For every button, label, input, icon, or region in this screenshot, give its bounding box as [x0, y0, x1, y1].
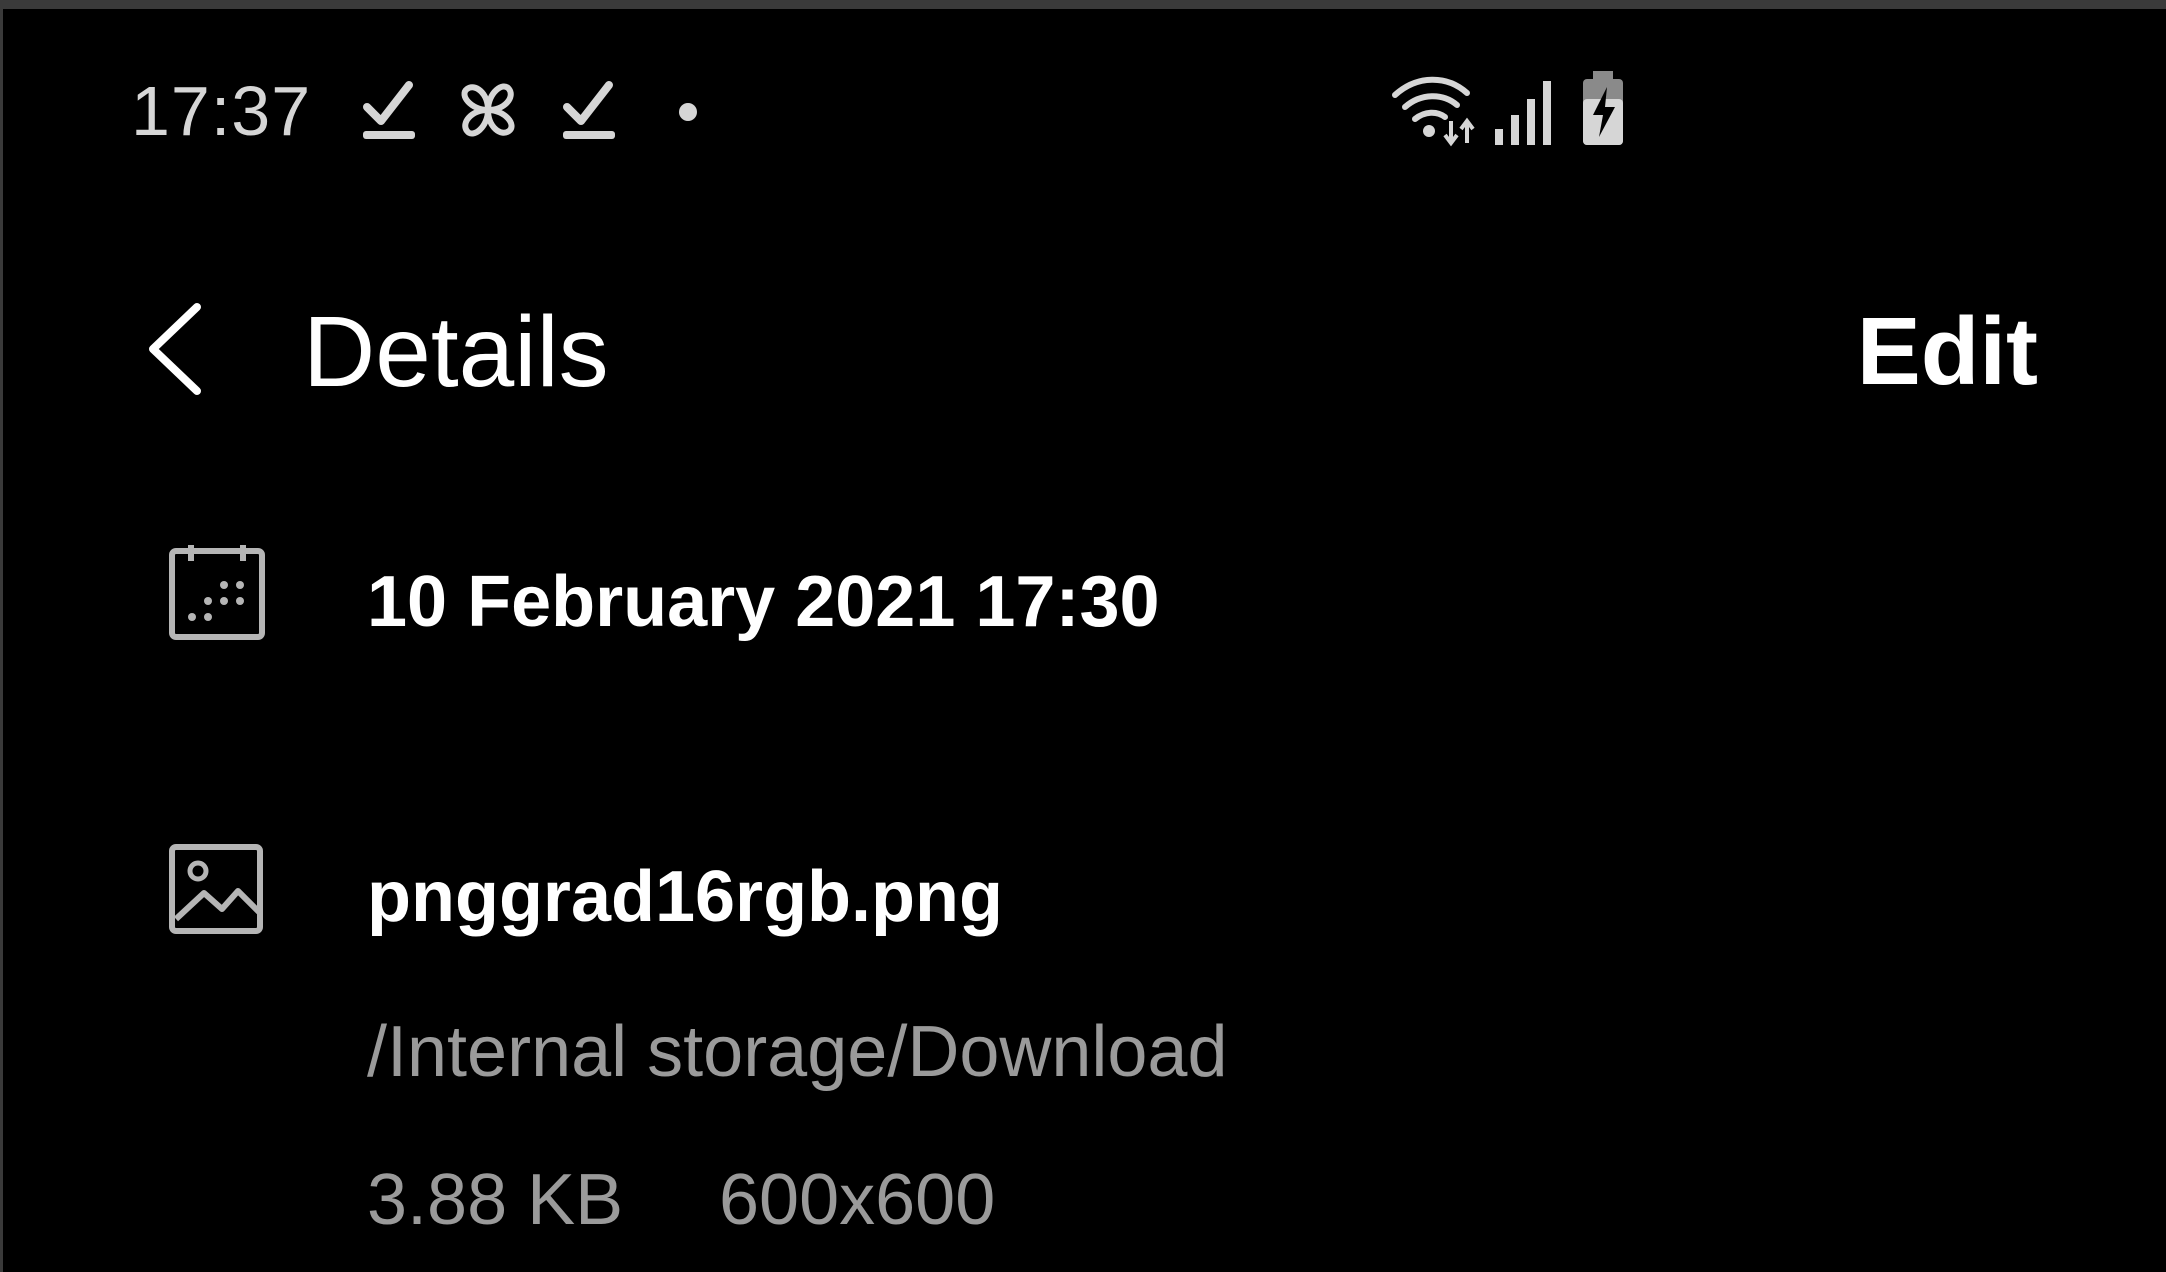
file-size: 3.88 KB: [367, 1160, 624, 1240]
download-complete-icon: [361, 77, 417, 143]
chevron-left-icon: [149, 303, 201, 395]
signal-icon: [1493, 75, 1557, 147]
back-button[interactable]: [133, 299, 223, 399]
file-name[interactable]: pnggrad16rgb.png: [367, 852, 1003, 942]
status-time: 17:37: [131, 72, 312, 150]
download-complete-icon: [561, 77, 617, 143]
dot-icon: [677, 101, 699, 123]
wifi-icon: [1389, 71, 1479, 147]
file-resolution: 600x600: [719, 1160, 996, 1240]
app-header: Details Edit: [3, 269, 2166, 429]
file-path[interactable]: /Internal storage/Download: [367, 1007, 1228, 1097]
edit-button[interactable]: Edit: [1857, 297, 2038, 407]
pinwheel-icon: [453, 75, 523, 145]
battery-charging-icon: [1579, 69, 1627, 147]
status-bar: 17:37: [3, 9, 2166, 209]
page-title: Details: [303, 296, 609, 408]
date-taken: 10 February 2021 17:30: [367, 562, 1160, 642]
details-screen: 17:37 Details Edit 10 February 2021 17:3…: [3, 9, 2166, 1272]
calendar-icon: [168, 545, 268, 645]
image-icon: [168, 839, 268, 939]
